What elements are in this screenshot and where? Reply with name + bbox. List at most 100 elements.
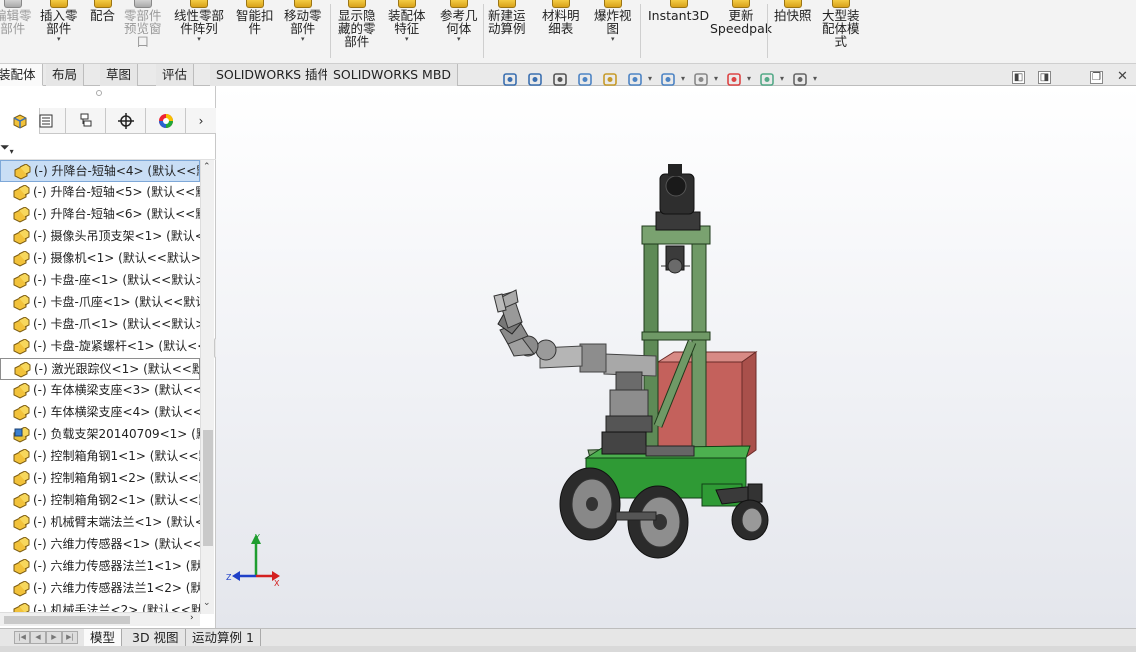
view-orientation-icon[interactable]	[627, 71, 652, 88]
tree-item[interactable]: (-) 控制箱角钢2<1> (默认<<默	[0, 490, 200, 512]
reference-geometry-button[interactable]: 参考几 何体 ▾	[440, 0, 478, 63]
tree-item[interactable]: (-) 升降台-短轴<5> (默认<<默	[0, 182, 200, 204]
tab-3[interactable]: 评估	[156, 64, 195, 86]
scroll-up-icon[interactable]: ⌃	[203, 162, 211, 172]
filter-icon[interactable]: ⏷▾	[0, 140, 14, 156]
move-component-button[interactable]: 移动零 部件 ▾	[284, 0, 322, 63]
component-icon	[12, 338, 30, 355]
tree-item[interactable]: (-) 控制箱角钢1<2> (默认<<默	[0, 468, 200, 490]
view-settings-icon[interactable]	[792, 71, 817, 88]
next-tab-icon[interactable]: ▶	[46, 631, 62, 644]
insert-component-button[interactable]: 插入零 部件 ▾	[40, 0, 78, 63]
panel-collapse-right-icon[interactable]: ◨	[1038, 71, 1051, 84]
tree-item-label: (-) 车体横梁支座<3> (默认<<	[33, 383, 200, 397]
dynamic-annotation-icon[interactable]	[602, 71, 619, 88]
show-hidden-button[interactable]: 显示隐 藏的零 部件	[338, 0, 376, 63]
bottom-tab-2[interactable]: 运动算例 1	[186, 629, 261, 647]
close-window-icon[interactable]: ✕	[1116, 70, 1129, 84]
new-motion-study-button[interactable]: 新建运 动算例	[488, 0, 526, 63]
first-tab-icon[interactable]: |◀	[14, 631, 30, 644]
move-component-dropdown-icon[interactable]: ▾	[301, 35, 305, 43]
tree-item[interactable]: (-) 控制箱角钢1<1> (默认<<默	[0, 446, 200, 468]
apply-scene-icon[interactable]	[759, 71, 784, 88]
reference-geometry-dropdown-icon[interactable]: ▾	[457, 35, 461, 43]
property-manager-tab[interactable]	[26, 108, 66, 134]
large-assembly-button[interactable]: 大型装 配体模 式	[822, 0, 860, 63]
snapshot-button[interactable]: 拍快照	[774, 0, 812, 63]
hscrollbar-thumb[interactable]	[4, 616, 130, 624]
tree-item-label: (-) 负载支架20140709<1> (默认	[33, 427, 200, 441]
tree-item[interactable]: (-) 升降台-短轴<6> (默认<<默	[0, 204, 200, 226]
smart-fasteners-button[interactable]: 智能扣 件	[236, 0, 274, 63]
feature-manager-panel: › ⏷▾ (-) 升降台-短轴<4> (默认<<默 (-) 升降台-短轴<5> (…	[0, 86, 216, 628]
tree-item[interactable]: (-) 激光跟踪仪<1> (默认<<默	[0, 358, 200, 380]
tree-item[interactable]: (-) 机械臂末端法兰<1> (默认<	[0, 512, 200, 534]
tree-item[interactable]: (-) 卡盘-爪座<1> (默认<<默认	[0, 292, 200, 314]
tree-filter-row[interactable]: ⏷▾	[0, 134, 216, 160]
panel-tabs-more-icon[interactable]: ›	[186, 108, 216, 134]
tree-item[interactable]: (-) 卡盘-旋紧螺杆<1> (默认<<	[0, 336, 200, 358]
tree-item-label: (-) 六维力传感器法兰1<1> (默	[33, 559, 200, 573]
assembly-features-dropdown-icon[interactable]: ▾	[405, 35, 409, 43]
display-style-icon[interactable]	[660, 71, 685, 88]
hide-show-icon[interactable]	[693, 71, 718, 88]
dimxpert-tab[interactable]	[106, 108, 146, 134]
component-preview-button[interactable]: 零部件 预览窗 口	[124, 0, 162, 63]
instant3d-button[interactable]: Instant3D	[648, 0, 709, 63]
wheel-front-left[interactable]	[559, 467, 621, 541]
section-view-icon[interactable]	[577, 71, 594, 88]
assembly-features-button[interactable]: 装配体 特征 ▾	[388, 0, 426, 63]
edit-component-button[interactable]: 编辑零 部件	[0, 0, 32, 63]
graphics-area[interactable]: Y X Z	[216, 86, 1136, 628]
exploded-view-button[interactable]: 爆炸视 图 ▾	[594, 0, 632, 63]
tree-item[interactable]: (-) 卡盘-爪<1> (默认<<默认>	[0, 314, 200, 336]
display-manager-tab[interactable]	[146, 108, 186, 134]
tree-item[interactable]: (-) 六维力传感器法兰1<2> (默	[0, 578, 200, 600]
tree-item[interactable]: (-) 卡盘-座<1> (默认<<默认>	[0, 270, 200, 292]
panel-grip-icon[interactable]	[96, 90, 102, 96]
linear-pattern-dropdown-icon[interactable]: ▾	[197, 35, 201, 43]
insert-component-dropdown-icon[interactable]: ▾	[57, 35, 61, 43]
tree-vertical-scrollbar[interactable]: ⌃ ⌄	[200, 160, 214, 614]
tree-item[interactable]: (-) 摄像头吊顶支架<1> (默认<	[0, 226, 200, 248]
tab-4[interactable]: SOLIDWORKS 插件	[210, 64, 338, 86]
tab-2[interactable]: 草图	[100, 64, 139, 86]
tree-item[interactable]: (-) 车体横梁支座<4> (默认<<	[0, 402, 200, 424]
robot-arm[interactable]	[493, 289, 657, 433]
bom-button[interactable]: 材料明 细表	[542, 0, 580, 63]
configuration-manager-tab[interactable]	[66, 108, 106, 134]
panel-collapse-left-icon[interactable]: ◧	[1012, 71, 1025, 84]
tab-1[interactable]: 布局	[46, 64, 85, 86]
zoom-to-fit-icon[interactable]	[502, 71, 519, 88]
tree-item[interactable]: (-) 车体横梁支座<3> (默认<<	[0, 380, 200, 402]
zoom-area-icon[interactable]	[527, 71, 544, 88]
last-tab-icon[interactable]: ▶|	[62, 631, 78, 644]
tree-item[interactable]: (-) 摄像机<1> (默认<<默认>_	[0, 248, 200, 270]
update-speedpak-button[interactable]: 更新 Speedpak	[710, 0, 772, 63]
reference-geometry-icon	[449, 0, 468, 8]
tab-5[interactable]: SOLIDWORKS MBD	[327, 64, 459, 86]
prev-tab-icon[interactable]: ◀	[30, 631, 46, 644]
scroll-down-icon[interactable]: ⌄	[203, 598, 211, 608]
scroll-right-icon[interactable]: ›	[190, 613, 194, 623]
restore-window-icon[interactable]: ❐	[1090, 71, 1103, 84]
edit-appearance-icon[interactable]	[726, 71, 751, 88]
previous-view-icon[interactable]	[552, 71, 569, 88]
tab-0[interactable]: 装配体	[0, 64, 43, 86]
robot-assembly-model[interactable]	[216, 86, 1136, 628]
tree-item[interactable]: (-) 六维力传感器<1> (默认<<	[0, 534, 200, 556]
exploded-view-dropdown-icon[interactable]: ▾	[611, 35, 615, 43]
linear-pattern-button[interactable]: 线性零部 件阵列 ▾	[174, 0, 224, 63]
tree-item[interactable]: (-) 六维力传感器法兰1<1> (默	[0, 556, 200, 578]
tab-navigation-arrows[interactable]: |◀ ◀ ▶ ▶|	[14, 631, 78, 644]
wheel-caster[interactable]	[731, 499, 769, 541]
tree-item[interactable]: (-) 升降台-短轴<4> (默认<<默	[0, 160, 200, 182]
control-box[interactable]	[656, 351, 758, 461]
mate-button[interactable]: 配合	[90, 0, 115, 63]
scrollbar-thumb[interactable]	[203, 430, 213, 546]
tree-horizontal-scrollbar[interactable]: ›	[0, 612, 200, 626]
tree-item-label: (-) 摄像机<1> (默认<<默认>_	[33, 251, 200, 265]
tree-item[interactable]: (-) 负载支架20140709<1> (默认	[0, 424, 200, 446]
bottom-tab-1[interactable]: 3D 视图	[126, 629, 186, 647]
bottom-tab-0[interactable]: 模型	[84, 629, 123, 647]
